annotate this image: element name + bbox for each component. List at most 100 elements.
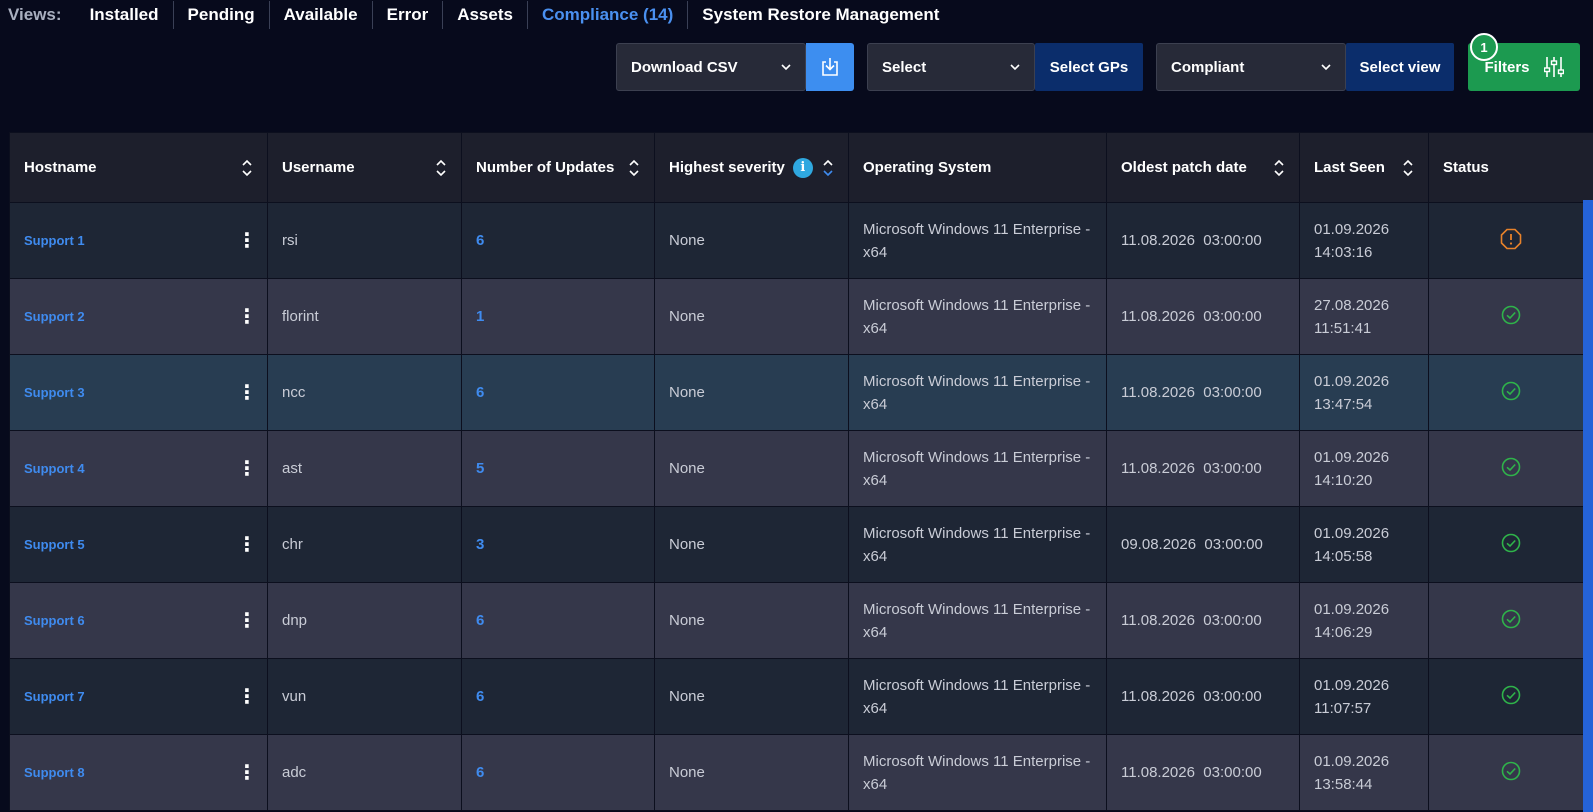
updates-cell: 3: [461, 506, 655, 583]
os-line: Microsoft Windows 11 Enterprise -: [863, 220, 1091, 238]
sort-desc-icon: [823, 159, 833, 176]
column-header-username[interactable]: Username: [267, 132, 462, 203]
tab-available[interactable]: Available: [270, 1, 373, 29]
table-row[interactable]: Support 5 ⋮ chr 3 None Microsoft Windows…: [9, 506, 1593, 583]
column-header-last-seen[interactable]: Last Seen: [1299, 132, 1429, 203]
updates-link[interactable]: 3: [476, 536, 484, 553]
hostname-link[interactable]: Support 2: [24, 309, 85, 324]
hostname-link[interactable]: Support 1: [24, 233, 85, 248]
gp-select[interactable]: Select: [867, 43, 1035, 91]
download-csv-select[interactable]: Download CSV: [616, 43, 806, 91]
table-row[interactable]: Support 2 ⋮ florint 1 None Microsoft Win…: [9, 278, 1593, 355]
tab-error[interactable]: Error: [373, 1, 444, 29]
column-header-updates[interactable]: Number of Updates: [461, 132, 655, 203]
severity-cell: None: [654, 582, 849, 659]
username-cell: ast: [267, 430, 462, 507]
oldest-patch-cell: 11.08.2026 03:00:00: [1106, 354, 1300, 431]
tab-system-restore-management[interactable]: System Restore Management: [688, 1, 953, 29]
os-cell: Microsoft Windows 11 Enterprise - x64: [848, 734, 1107, 811]
views-bar: Views: Installed Pending Available Error…: [8, 0, 953, 30]
last-seen-cell: 01.09.2026 14:03:16: [1299, 202, 1429, 279]
oldest-patch-cell: 11.08.2026 03:00:00: [1106, 202, 1300, 279]
column-header-oldest-patch[interactable]: Oldest patch date: [1106, 132, 1300, 203]
username-cell: florint: [267, 278, 462, 355]
last-seen-cell: 01.09.2026 11:07:57: [1299, 658, 1429, 735]
download-button[interactable]: [806, 43, 854, 91]
last-seen-time: 13:58:44: [1314, 775, 1373, 793]
tab-assets[interactable]: Assets: [443, 1, 528, 29]
vertical-scrollbar[interactable]: [1583, 200, 1593, 812]
os-line: Microsoft Windows 11 Enterprise -: [863, 296, 1091, 314]
hostname-cell: Support 4 ⋮: [9, 430, 268, 507]
os-arch: x64: [863, 623, 888, 641]
last-seen-cell: 01.09.2026 14:06:29: [1299, 582, 1429, 659]
last-seen-cell: 01.09.2026 14:10:20: [1299, 430, 1429, 507]
severity-cell: None: [654, 202, 849, 279]
check-circle-icon: [1501, 533, 1521, 552]
row-menu-icon[interactable]: ⋮: [237, 307, 257, 327]
table-row[interactable]: Support 1 ⋮ rsi 6 None Microsoft Windows…: [9, 202, 1593, 279]
tab-pending[interactable]: Pending: [174, 1, 270, 29]
last-seen-time: 14:10:20: [1314, 471, 1373, 489]
row-menu-icon[interactable]: ⋮: [237, 459, 257, 479]
compliance-table: Hostname Username Number of Updates High…: [9, 132, 1593, 812]
username-cell: chr: [267, 506, 462, 583]
table-row[interactable]: Support 6 ⋮ dnp 6 None Microsoft Windows…: [9, 582, 1593, 659]
chevron-down-icon: [1010, 64, 1020, 71]
select-view-label: Select view: [1359, 58, 1441, 76]
row-menu-icon[interactable]: ⋮: [237, 611, 257, 631]
sort-icon: [629, 159, 639, 176]
updates-link[interactable]: 6: [476, 612, 484, 629]
hostname-link[interactable]: Support 6: [24, 613, 85, 628]
tab-compliance[interactable]: Compliance (14): [528, 1, 689, 29]
sort-icon: [436, 159, 446, 176]
hostname-link[interactable]: Support 5: [24, 537, 85, 552]
last-seen-time: 11:51:41: [1314, 319, 1372, 337]
row-menu-icon[interactable]: ⋮: [237, 763, 257, 783]
filters-count-badge: 1: [1470, 33, 1498, 61]
last-seen-date: 01.09.2026: [1314, 600, 1390, 618]
last-seen-date: 01.09.2026: [1314, 676, 1390, 694]
select-gps-button[interactable]: Select GPs: [1035, 43, 1143, 91]
table-row[interactable]: Support 7 ⋮ vun 6 None Microsoft Windows…: [9, 658, 1593, 735]
view-select-label: Compliant: [1171, 58, 1245, 76]
sort-icon: [1403, 159, 1413, 176]
chevron-down-icon: [781, 64, 791, 71]
row-menu-icon[interactable]: ⋮: [237, 231, 257, 251]
last-seen-date: 01.09.2026: [1314, 372, 1390, 390]
status-cell: [1428, 354, 1593, 431]
severity-cell: None: [654, 658, 849, 735]
row-menu-icon[interactable]: ⋮: [237, 383, 257, 403]
download-icon: [822, 58, 838, 76]
updates-link[interactable]: 6: [476, 232, 484, 249]
updates-link[interactable]: 1: [476, 308, 484, 325]
hostname-link[interactable]: Support 3: [24, 385, 85, 400]
updates-link[interactable]: 6: [476, 764, 484, 781]
tab-installed[interactable]: Installed: [76, 1, 174, 29]
updates-link[interactable]: 5: [476, 460, 484, 477]
table-row[interactable]: Support 8 ⋮ adc 6 None Microsoft Windows…: [9, 734, 1593, 811]
os-cell: Microsoft Windows 11 Enterprise - x64: [848, 430, 1107, 507]
hostname-cell: Support 2 ⋮: [9, 278, 268, 355]
last-seen-cell: 01.09.2026 13:58:44: [1299, 734, 1429, 811]
check-circle-icon: [1501, 685, 1521, 704]
hostname-cell: Support 3 ⋮: [9, 354, 268, 431]
check-circle-icon: [1501, 761, 1521, 780]
updates-link[interactable]: 6: [476, 384, 484, 401]
hostname-link[interactable]: Support 7: [24, 689, 85, 704]
column-header-severity[interactable]: Highest severity i: [654, 132, 849, 203]
last-seen-time: 14:05:58: [1314, 547, 1373, 565]
row-menu-icon[interactable]: ⋮: [237, 687, 257, 707]
info-icon[interactable]: i: [792, 157, 813, 178]
table-row[interactable]: Support 3 ⋮ ncc 6 None Microsoft Windows…: [9, 354, 1593, 431]
row-menu-icon[interactable]: ⋮: [237, 535, 257, 555]
download-csv-select-label: Download CSV: [631, 58, 738, 76]
updates-link[interactable]: 6: [476, 688, 484, 705]
column-header-hostname[interactable]: Hostname: [9, 132, 268, 203]
select-view-button[interactable]: Select view: [1346, 43, 1454, 91]
hostname-link[interactable]: Support 8: [24, 765, 85, 780]
view-select[interactable]: Compliant: [1156, 43, 1346, 91]
table-row[interactable]: Support 4 ⋮ ast 5 None Microsoft Windows…: [9, 430, 1593, 507]
hostname-link[interactable]: Support 4: [24, 461, 85, 476]
views-label: Views:: [8, 5, 62, 24]
